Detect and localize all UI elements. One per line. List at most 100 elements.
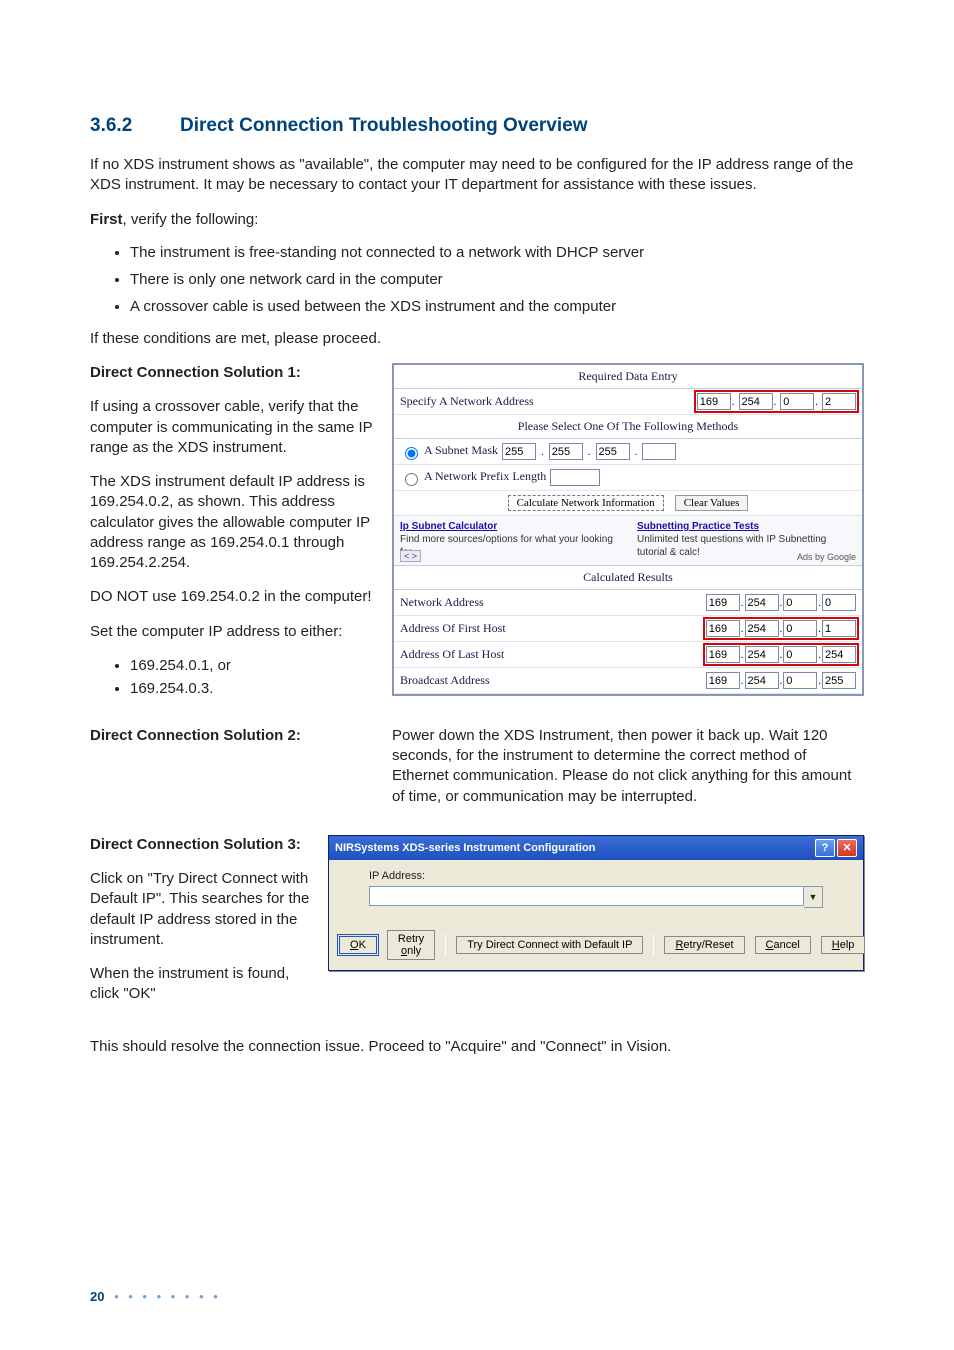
result-label: Broadcast Address	[400, 673, 702, 688]
results-header: Calculated Results	[394, 566, 862, 590]
ip-octet-input[interactable]	[739, 393, 773, 410]
result-row: Address Of First Host...	[394, 616, 862, 642]
ip-address-combo[interactable]: ▼	[369, 886, 823, 908]
result-label: Network Address	[400, 595, 702, 610]
result-ip-group: ...	[706, 594, 856, 611]
ip-calculator-panel: Required Data Entry Specify A Network Ad…	[392, 363, 864, 696]
first-line: First, verify the following:	[90, 210, 864, 230]
radio-input[interactable]	[405, 447, 418, 460]
closing-text: This should resolve the connection issue…	[90, 1037, 864, 1057]
dialog-titlebar: NIRSystems XDS-series Instrument Configu…	[329, 836, 863, 860]
verify-list: The instrument is free-standing not conn…	[130, 244, 864, 315]
clear-values-button[interactable]: Clear Values	[675, 495, 749, 511]
ip-octet-input[interactable]	[745, 620, 779, 637]
select-method-header: Please Select One Of The Following Metho…	[394, 415, 862, 439]
list-item: A crossover cable is used between the XD…	[130, 298, 864, 315]
list-item: The instrument is free-standing not conn…	[130, 244, 864, 261]
ip-octet-input[interactable]	[706, 594, 740, 611]
result-row: Address Of Last Host...	[394, 642, 862, 668]
solution-3-heading: Direct Connection Solution 3:	[90, 835, 310, 855]
ip-address-label: IP Address:	[369, 870, 823, 882]
retry-only-button[interactable]: Retry only	[387, 930, 435, 960]
intro-paragraph: If no XDS instrument shows as "available…	[90, 155, 864, 196]
ip-octet-input[interactable]	[745, 594, 779, 611]
first-label: First	[90, 211, 123, 228]
ip-octet-input[interactable]	[822, 646, 856, 663]
ip-octet-input[interactable]	[822, 620, 856, 637]
ok-button[interactable]: OK	[339, 936, 377, 954]
solution-2-heading: Direct Connection Solution 2:	[90, 726, 380, 746]
subnet-octet-input[interactable]	[642, 443, 676, 460]
result-label: Address Of Last Host	[400, 647, 702, 662]
config-dialog: NIRSystems XDS-series Instrument Configu…	[328, 835, 864, 971]
ad-text: Find more sources/options for what your …	[400, 534, 613, 558]
first-text: , verify the following:	[123, 211, 259, 228]
subnet-label: A Subnet Mask	[424, 443, 498, 457]
ip-octet-input[interactable]	[706, 646, 740, 663]
prefix-input[interactable]	[550, 469, 600, 486]
ip-octet-input[interactable]	[783, 594, 817, 611]
separator	[445, 934, 446, 956]
solution-1-options: 169.254.0.1, or 169.254.0.3.	[130, 657, 380, 697]
ads-by-label: Ads by Google	[797, 552, 856, 562]
section-number: 3.6.2	[90, 115, 180, 137]
subnet-octet-input[interactable]	[596, 443, 630, 460]
solution-3-p2: When the instrument is found, click "OK"	[90, 964, 310, 1005]
solution-3-p1: Click on "Try Direct Connect with Defaul…	[90, 869, 310, 950]
list-item: 169.254.0.3.	[130, 680, 380, 697]
result-row: Broadcast Address...	[394, 668, 862, 694]
result-label: Address Of First Host	[400, 621, 702, 636]
solution-1-p1: If using a crossover cable, verify that …	[90, 397, 380, 458]
solution-2-text: Power down the XDS Instrument, then powe…	[392, 726, 864, 807]
results-rows: Network Address...Address Of First Host.…	[394, 590, 862, 694]
try-direct-connect-button[interactable]: Try Direct Connect with Default IP	[456, 936, 643, 954]
ad-link[interactable]: Subnetting Practice Tests	[637, 521, 759, 532]
ip-octet-input[interactable]	[783, 672, 817, 689]
chevron-down-icon[interactable]: ▼	[804, 886, 823, 908]
ip-octet-input[interactable]	[697, 393, 731, 410]
ad-nav-arrows-icon[interactable]: < >	[400, 550, 421, 562]
solution-1-heading: Direct Connection Solution 1:	[90, 363, 380, 383]
specify-ip-group: . . .	[697, 393, 856, 410]
ip-octet-input[interactable]	[783, 620, 817, 637]
ip-octet-input[interactable]	[706, 672, 740, 689]
prefix-label: A Network Prefix Length	[424, 469, 546, 483]
calc-header: Required Data Entry	[394, 365, 862, 389]
close-icon[interactable]: ✕	[837, 839, 857, 857]
page-number-value: 20	[90, 1289, 104, 1304]
ip-address-input[interactable]	[369, 886, 804, 906]
ip-octet-input[interactable]	[822, 672, 856, 689]
ads-row: Ip Subnet Calculator Find more sources/o…	[394, 516, 862, 566]
help-icon[interactable]: ?	[815, 839, 835, 857]
ip-octet-input[interactable]	[745, 672, 779, 689]
solution-1-p4: Set the computer IP address to either:	[90, 622, 380, 642]
calculate-button[interactable]: Calculate Network Information	[508, 495, 664, 511]
result-ip-group: ...	[706, 672, 856, 689]
radio-subnet[interactable]: A Subnet Mask	[400, 443, 498, 459]
result-ip-group: ...	[706, 620, 856, 637]
specify-label: Specify A Network Address	[400, 394, 693, 409]
solution-1-p2: The XDS instrument default IP address is…	[90, 472, 380, 573]
help-button[interactable]: Help	[821, 936, 866, 954]
ip-octet-input[interactable]	[783, 646, 817, 663]
result-ip-group: ...	[706, 646, 856, 663]
ip-octet-input[interactable]	[822, 393, 856, 410]
result-row: Network Address...	[394, 590, 862, 616]
proceed-text: If these conditions are met, please proc…	[90, 329, 864, 349]
section-title-text: Direct Connection Troubleshooting Overvi…	[180, 115, 588, 136]
ip-octet-input[interactable]	[706, 620, 740, 637]
cancel-button[interactable]: Cancel	[755, 936, 811, 954]
ip-octet-input[interactable]	[780, 393, 814, 410]
dialog-title: NIRSystems XDS-series Instrument Configu…	[335, 842, 595, 854]
subnet-octet-input[interactable]	[549, 443, 583, 460]
separator	[653, 934, 654, 956]
retry-reset-button[interactable]: Retry/Reset	[664, 936, 744, 954]
solution-1-p3: DO NOT use 169.254.0.2 in the computer!	[90, 587, 380, 607]
radio-prefix[interactable]: A Network Prefix Length	[400, 469, 546, 485]
subnet-octet-input[interactable]	[502, 443, 536, 460]
ad-link[interactable]: Ip Subnet Calculator	[400, 521, 497, 532]
list-item: There is only one network card in the co…	[130, 271, 864, 288]
ip-octet-input[interactable]	[745, 646, 779, 663]
ip-octet-input[interactable]	[822, 594, 856, 611]
radio-input[interactable]	[405, 473, 418, 486]
